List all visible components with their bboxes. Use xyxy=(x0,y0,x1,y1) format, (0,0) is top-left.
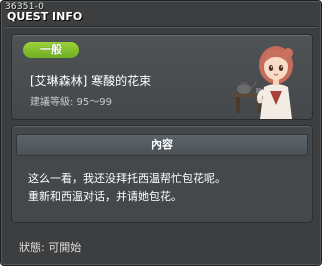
quest-summary-panel: 一般 [艾琳森林] 寒酸的花束 建議等級: 95～99 xyxy=(11,34,313,120)
content-line: 重新和西温对话，并请她包花。 xyxy=(28,190,182,203)
quest-name: [艾琳森林] 寒酸的花束 xyxy=(30,74,152,88)
quest-status: 狀態: 可開始 xyxy=(19,241,82,254)
content-line: 这么一看，我还没拜托西温帮忙包花呢。 xyxy=(28,172,226,185)
content-header: 內容 xyxy=(16,134,308,156)
quest-level-requirement: 建議等級: 95～99 xyxy=(30,97,112,108)
quest-info-window: 36351-0 QUEST INFO 一般 [艾琳森林] 寒酸的花束 建議等級:… xyxy=(0,0,322,266)
quest-type-badge: 一般 xyxy=(23,42,79,58)
window-title[interactable]: QUEST INFO xyxy=(7,10,82,23)
content-text: 这么一看，我还没拜托西温帮忙包花呢。 重新和西温对话，并请她包花。 xyxy=(28,170,226,206)
npc-portrait-icon xyxy=(232,46,293,119)
title-divider xyxy=(5,26,317,28)
quest-content-panel: 內容 这么一看，我还没拜托西温帮忙包花呢。 重新和西温对话，并请她包花。 xyxy=(11,125,313,223)
